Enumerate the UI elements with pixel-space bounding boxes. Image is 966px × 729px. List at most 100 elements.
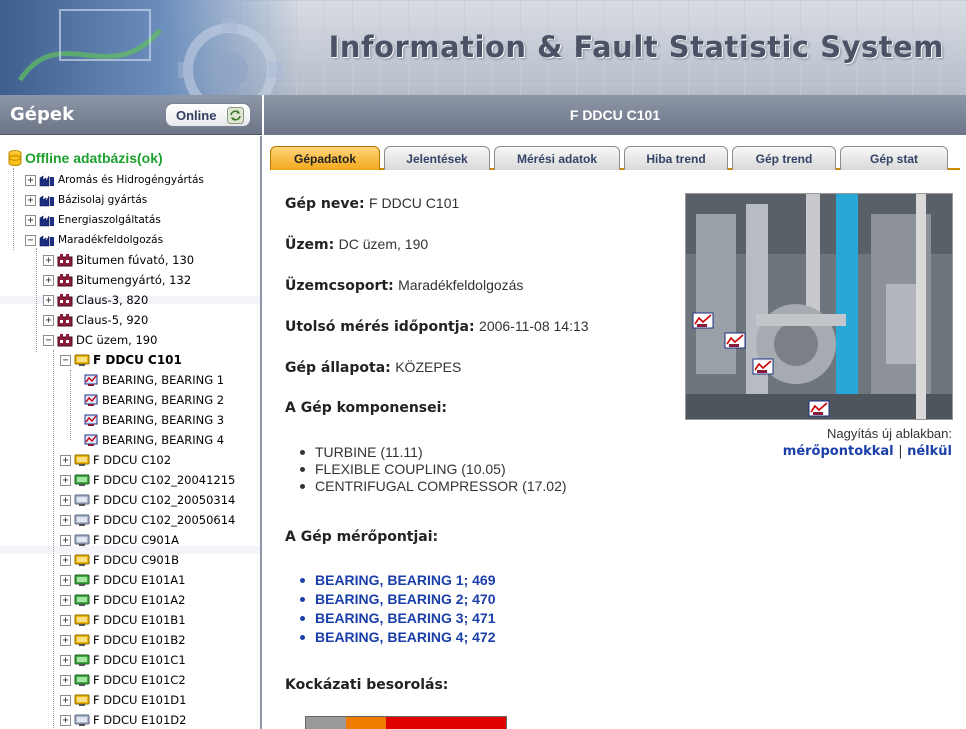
tree-item-machine[interactable]: + F DDCU C901B <box>60 550 179 570</box>
collapse-toggle[interactable]: − <box>25 234 36 246</box>
tree-item-machine[interactable]: + F DDCU E101B2 <box>60 630 186 650</box>
collapse-toggle[interactable]: − <box>43 334 54 346</box>
measurement-point-link[interactable]: BEARING, BEARING 1; 469 <box>299 571 495 590</box>
machine-photo[interactable] <box>685 193 953 420</box>
measurement-point-marker[interactable] <box>752 358 774 375</box>
tree-item-label: Bitumengyártó, 132 <box>76 273 192 287</box>
tree-item-energia[interactable]: + Energiaszolgáltatás <box>25 210 161 230</box>
collapse-toggle[interactable]: − <box>60 354 71 366</box>
tree-item-bazisolaj[interactable]: + Bázisolaj gyártás <box>25 190 147 210</box>
tree-item-label: Maradékfeldolgozás <box>58 234 164 246</box>
machine-icon <box>74 714 90 726</box>
machine-icon <box>74 494 90 506</box>
measurement-point-marker[interactable] <box>692 312 714 329</box>
tree-line <box>70 370 71 440</box>
plant-value: DC üzem, 190 <box>338 236 429 252</box>
component-item: FLEXIBLE COUPLING (10.05) <box>300 461 567 478</box>
machine-tree-panel: Offline adatbázis(ok) + Aromás és Hidrog… <box>0 136 262 729</box>
expand-toggle[interactable]: + <box>60 474 71 486</box>
tree-item-bitumen-fuvato[interactable]: + Bitumen fúvató, 130 <box>43 250 194 270</box>
tab-meresi-adatok[interactable]: Mérési adatok <box>494 146 620 170</box>
tree-item-machine[interactable]: + F DDCU E101B1 <box>60 610 186 630</box>
tree-item-machine[interactable]: + F DDCU E101C2 <box>60 670 186 690</box>
tree-item-machine[interactable]: + F DDCU E101D2 <box>60 710 186 729</box>
tree-item-bearing-2[interactable]: BEARING, BEARING 2 <box>80 390 224 410</box>
expand-toggle[interactable]: + <box>60 694 71 706</box>
zoom-with-points-link[interactable]: mérőpontokkal <box>783 444 894 459</box>
offline-database-root[interactable]: Offline adatbázis(ok) <box>8 150 163 166</box>
tab-gep-stat[interactable]: Gép stat <box>840 146 948 170</box>
expand-toggle[interactable]: + <box>60 594 71 606</box>
measurement-point-marker[interactable] <box>724 332 746 349</box>
expand-toggle[interactable]: + <box>60 634 71 646</box>
expand-toggle[interactable]: + <box>60 574 71 586</box>
tree-item-label: F DDCU E101C2 <box>93 673 186 687</box>
measurement-point-link[interactable]: BEARING, BEARING 2; 470 <box>299 590 495 609</box>
tree-item-label: BEARING, BEARING 3 <box>102 413 225 427</box>
tree-item-bearing-1[interactable]: BEARING, BEARING 1 <box>80 370 224 390</box>
tree-item-machine-c101[interactable]: − F DDCU C101 <box>60 350 182 370</box>
machine-name-field: Gép neve: F DDCU C101 <box>285 195 459 212</box>
machine-icon <box>74 554 90 566</box>
expand-toggle[interactable]: + <box>60 494 71 506</box>
measurement-point-link[interactable]: BEARING, BEARING 3; 471 <box>299 609 495 628</box>
tree-item-machine[interactable]: + F DDCU E101D1 <box>60 690 186 710</box>
tab-hiba-trend[interactable]: Hiba trend <box>624 146 728 170</box>
tree-item-label: BEARING, BEARING 4 <box>102 433 225 447</box>
measurement-points-title: A Gép mérőpontjai: <box>285 529 439 545</box>
expand-toggle[interactable]: + <box>43 254 54 266</box>
tab-gep-trend[interactable]: Gép trend <box>732 146 836 170</box>
risk-cell <box>466 717 506 729</box>
tree-item-label: F DDCU C102 <box>93 453 172 467</box>
machine-icon <box>74 534 90 546</box>
expand-toggle[interactable]: + <box>60 554 71 566</box>
plant-icon <box>57 254 73 267</box>
tree-item-bearing-3[interactable]: BEARING, BEARING 3 <box>80 410 224 430</box>
machine-photo-image <box>686 194 952 419</box>
tab-gepadatok[interactable]: Gépadatok <box>270 146 380 170</box>
expand-toggle[interactable]: + <box>25 214 36 226</box>
expand-toggle[interactable]: + <box>25 174 36 186</box>
tree-item-label: F DDCU E101D1 <box>93 693 187 707</box>
machine-icon <box>74 514 90 526</box>
tree-item-machine[interactable]: + F DDCU C102_20050614 <box>60 510 235 530</box>
measurement-point-marker[interactable] <box>808 400 830 417</box>
tree-item-machine[interactable]: + F DDCU E101A1 <box>60 570 185 590</box>
machine-icon <box>74 454 90 466</box>
expand-toggle[interactable]: + <box>60 674 71 686</box>
tree-item-machine[interactable]: + F DDCU E101A2 <box>60 590 185 610</box>
expand-toggle[interactable]: + <box>60 614 71 626</box>
offline-database-label: Offline adatbázis(ok) <box>25 150 163 166</box>
expand-toggle[interactable]: + <box>60 534 71 546</box>
expand-toggle[interactable]: + <box>43 294 54 306</box>
tree-item-claus5[interactable]: + Claus-5, 920 <box>43 310 148 330</box>
expand-toggle[interactable]: + <box>60 654 71 666</box>
online-button[interactable]: Online <box>165 103 251 127</box>
tree-item-label: Bitumen fúvató, 130 <box>76 253 195 267</box>
measurement-point-link[interactable]: BEARING, BEARING 4; 472 <box>299 628 495 647</box>
expand-toggle[interactable]: + <box>60 514 71 526</box>
expand-toggle[interactable]: + <box>60 454 71 466</box>
machine-icon <box>74 694 90 706</box>
zoom-without-points-link[interactable]: nélkül <box>907 444 952 459</box>
expand-toggle[interactable]: + <box>60 714 71 726</box>
tree-item-machine[interactable]: + F DDCU C102 <box>60 450 171 470</box>
tree-item-machine[interactable]: + F DDCU C901A <box>60 530 179 550</box>
expand-toggle[interactable]: + <box>25 194 36 206</box>
tree-item-maradek[interactable]: − Maradékfeldolgozás <box>25 230 163 250</box>
tree-item-machine[interactable]: + F DDCU E101C1 <box>60 650 186 670</box>
tree-item-label: F DDCU C102_20050614 <box>93 513 236 527</box>
tree-item-dc-uzem[interactable]: − DC üzem, 190 <box>43 330 157 350</box>
tab-jelentesek[interactable]: Jelentések <box>384 146 490 170</box>
expand-toggle[interactable]: + <box>43 314 54 326</box>
tree-item-machine[interactable]: + F DDCU C102_20041215 <box>60 470 235 490</box>
tree-item-machine[interactable]: + F DDCU C102_20050314 <box>60 490 235 510</box>
tree-item-aromas[interactable]: + Aromás és Hidrogéngyártás <box>25 170 204 190</box>
tree-item-label: F DDCU C102_20041215 <box>93 473 236 487</box>
tree-item-bitumengyarto[interactable]: + Bitumengyártó, 132 <box>43 270 191 290</box>
expand-toggle[interactable]: + <box>43 274 54 286</box>
last-measurement-value: 2006-11-08 14:13 <box>479 318 589 334</box>
tree-item-claus3[interactable]: + Claus-3, 820 <box>43 290 148 310</box>
tree-item-label: BEARING, BEARING 1 <box>102 373 225 387</box>
tree-item-bearing-4[interactable]: BEARING, BEARING 4 <box>80 430 224 450</box>
